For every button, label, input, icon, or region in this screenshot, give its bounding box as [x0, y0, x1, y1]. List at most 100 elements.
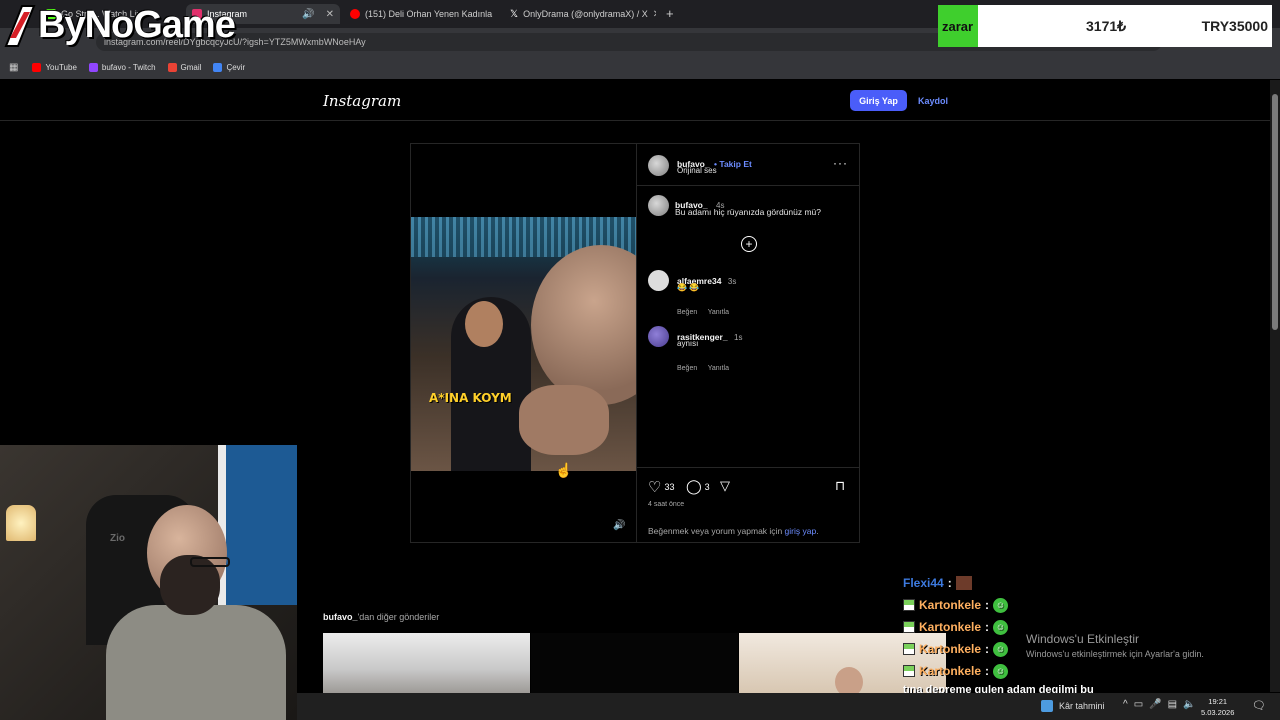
close-tab-icon[interactable]: ✕ — [653, 9, 656, 20]
reel-media[interactable]: A*INA KOYM ☝ 🔊 — [411, 144, 636, 542]
follow-button[interactable]: Takip Et — [719, 159, 751, 169]
display-icon[interactable]: ▭ — [1134, 699, 1149, 710]
network-icon[interactable]: ▤ — [1168, 699, 1183, 710]
bookmark-twitch[interactable]: bufavo - Twitch — [88, 62, 156, 72]
volume-icon[interactable]: 🔈 — [1183, 699, 1201, 710]
new-tab-button[interactable]: + — [666, 6, 674, 21]
tab-youtube[interactable]: (151) Deli Orhan Yenen Kadınla ✕ — [344, 4, 496, 24]
chat-username: Kartonkele — [919, 598, 982, 612]
save-button[interactable]: ⊓ — [835, 478, 845, 494]
bookmark-icon: ⊓ — [835, 478, 846, 493]
post-actions: ♡ 33 ◯ 3 ▽ ⊓ 4 saat önce Beğenmek veya y… — [637, 467, 860, 542]
login-button[interactable]: Giriş Yap — [850, 90, 907, 111]
more-post-thumbnail[interactable] — [323, 633, 530, 693]
emote-icon: ☺ — [993, 641, 1009, 657]
microphone-icon[interactable]: 🎤 — [1149, 699, 1167, 710]
taskbar-clock[interactable]: 19:21 5.03.2026 — [1201, 696, 1234, 718]
notification-icon[interactable]: 🗨 — [1252, 699, 1266, 712]
chat-separator: : — [985, 642, 990, 656]
heart-icon: ♡ — [648, 479, 662, 496]
chevron-up-icon[interactable]: ^ — [1123, 699, 1134, 710]
windows-activation-watermark: Windows'u Etkinleştir Windows'u etkinleş… — [1026, 632, 1204, 659]
cam-window — [218, 445, 297, 605]
comment-like-button[interactable]: Beğen — [677, 365, 697, 372]
chat-username: Kartonkele — [919, 642, 982, 656]
translate-icon — [213, 62, 223, 72]
chat-username: Flexi44 — [903, 576, 944, 590]
login-prompt-text: Beğenmek veya yorum yapmak için — [648, 526, 783, 536]
caption-text: Bu adamı hiç rüyanızda gördünüz mü? — [675, 207, 822, 217]
video-hand — [519, 385, 609, 455]
mute-icon[interactable]: 🔊 — [302, 9, 314, 20]
comment-like-button[interactable]: Beğen — [677, 309, 697, 316]
emote-icon: ☺ — [993, 663, 1009, 679]
chat-username: Kartonkele — [919, 620, 982, 634]
comment-reply-button[interactable]: Yanıtla — [708, 309, 729, 316]
chat-separator: : — [985, 664, 990, 678]
weather-label: Kâr tahmini — [1059, 701, 1105, 711]
chat-separator: : — [985, 598, 990, 612]
audio-label[interactable]: Orijinal ses — [677, 166, 717, 175]
more-posts-user[interactable]: bufavo_ — [323, 612, 358, 622]
author-avatar[interactable] — [648, 155, 669, 176]
system-tray[interactable]: ^▭🎤▤🔈 — [1123, 699, 1202, 710]
bookmark-label: bufavo - Twitch — [101, 62, 156, 72]
cam-person-glasses — [190, 557, 230, 567]
instagram-logo[interactable]: Instagram — [323, 92, 401, 110]
bookmark-youtube[interactable]: YouTube — [32, 62, 77, 72]
comment-avatar[interactable] — [648, 270, 669, 291]
comment-time: 1s — [734, 333, 743, 342]
activation-title: Windows'u Etkinleştir — [1026, 632, 1139, 646]
x-icon: 𝕏 — [510, 8, 519, 20]
youtube-icon — [350, 9, 360, 19]
video-caption: A*INA KOYM — [429, 391, 512, 405]
signup-link[interactable]: Kaydol — [918, 96, 948, 106]
weather-widget[interactable]: Kâr tahmini — [1041, 700, 1105, 712]
video-person-foreground — [531, 245, 636, 405]
close-tab-icon[interactable]: ✕ — [326, 9, 334, 20]
screen: Go Stre... Watch Live... Instagram 🔊 ✕ (… — [0, 0, 1280, 720]
more-options-icon[interactable]: ··· — [833, 156, 848, 170]
bookmark-label: Gmail — [180, 62, 202, 72]
webcam-overlay: Zio — [0, 445, 297, 720]
login-link[interactable]: giriş yap — [785, 526, 817, 536]
apps-grid-icon[interactable]: ▦ — [9, 62, 18, 73]
caption-avatar[interactable] — [648, 195, 669, 216]
instagram-header: Instagram Giriş Yap Kaydol — [0, 80, 1270, 121]
load-more-comments-icon[interactable]: + — [741, 236, 757, 252]
mouse-cursor-icon: ☝ — [555, 462, 573, 478]
comment-button[interactable]: ◯ 3 — [686, 478, 710, 495]
badge-icon — [903, 621, 915, 633]
cam-lamp — [6, 505, 36, 541]
bookmark-translate[interactable]: Çevir — [213, 62, 246, 72]
bookmark-gmail[interactable]: Gmail — [167, 62, 202, 72]
badge-icon — [903, 599, 915, 611]
emote-icon — [955, 576, 972, 590]
donation-ticker: zarar 3171₺ TRY35000 — [938, 5, 1272, 47]
chat-username: Kartonkele — [919, 664, 982, 678]
comment-reply-button[interactable]: Yanıtla — [708, 365, 729, 372]
windows-taskbar: Kâr tahmini ^▭🎤▤🔈 19:21 5.03.2026 🗨 — [297, 693, 1280, 720]
comment-text: 😂 😂 — [677, 283, 700, 292]
comment-avatar[interactable] — [648, 326, 669, 347]
youtube-icon — [32, 62, 42, 72]
thumbnail-person — [835, 667, 863, 693]
more-post-thumbnail[interactable] — [531, 633, 738, 693]
like-button[interactable]: ♡ 33 — [648, 478, 674, 496]
tab-label: OnlyDrama (@onlydramaX) / X — [523, 9, 648, 19]
reel-video[interactable]: A*INA KOYM — [411, 217, 636, 471]
login-prompt: Beğenmek veya yorum yapmak için giriş ya… — [648, 526, 819, 536]
tab-label: (151) Deli Orhan Yenen Kadınla — [365, 9, 493, 19]
share-button[interactable]: ▽ — [720, 478, 730, 494]
comment-actions: Beğen Yanıtla — [677, 301, 729, 319]
more-posts-suffix: 'dan diğer gönderiler — [357, 612, 440, 622]
scrollbar-thumb[interactable] — [1272, 94, 1278, 330]
bookmark-label: Çevir — [226, 62, 246, 72]
tab-x[interactable]: 𝕏 OnlyDrama (@onlydramaX) / X ✕ — [504, 4, 656, 24]
chat-separator: : — [985, 620, 990, 634]
comment-bubble-icon: ◯ — [686, 478, 702, 494]
sound-toggle-icon[interactable]: 🔊 — [613, 520, 625, 531]
page-scrollbar[interactable] — [1270, 80, 1280, 692]
comment-time: 3s — [727, 277, 737, 286]
stream-logo: ByNoGame — [0, 0, 240, 50]
